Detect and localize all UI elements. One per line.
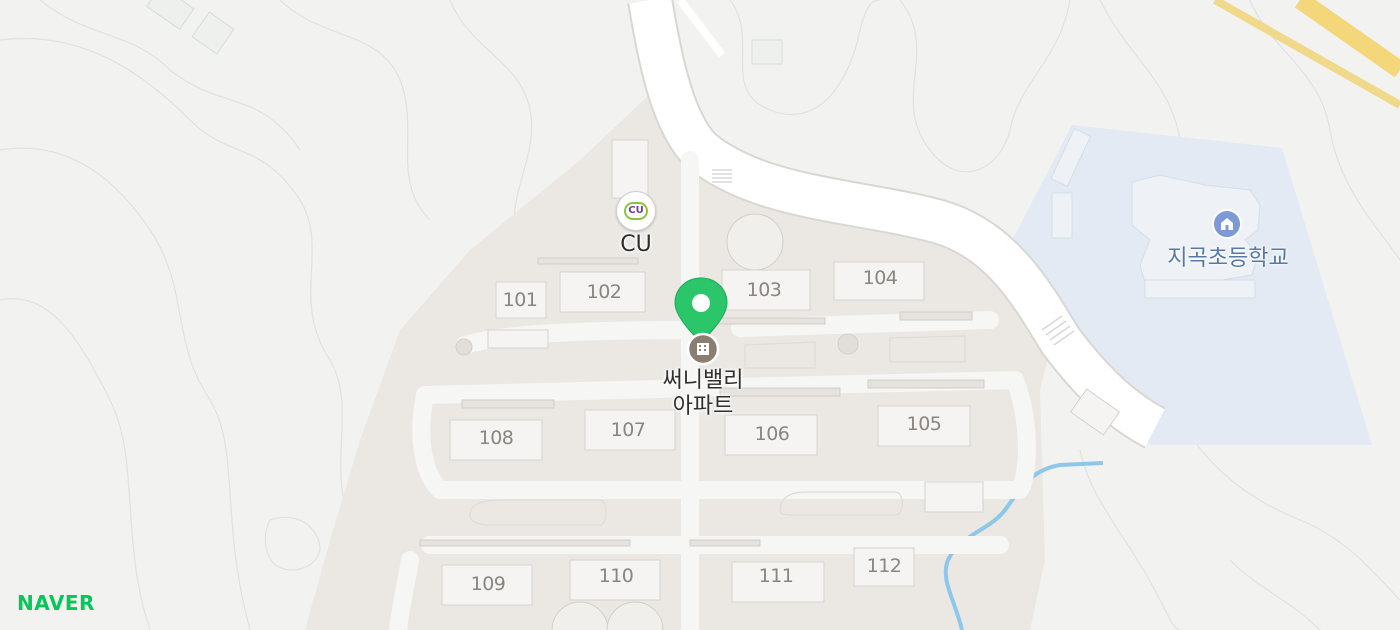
naver-logo[interactable]: NAVER xyxy=(17,591,95,615)
map-view[interactable]: 101 102 103 104 105 106 107 108 109 110 … xyxy=(0,0,1400,630)
building-label-109: 109 xyxy=(470,573,506,595)
building-label-104: 104 xyxy=(862,267,898,289)
building-label-105: 105 xyxy=(906,413,942,435)
building-label-112: 112 xyxy=(866,555,902,577)
apartment-building-icon xyxy=(688,334,720,366)
building-label-102: 102 xyxy=(586,281,622,303)
building-label-110: 110 xyxy=(598,565,634,587)
apartment-label[interactable]: 써니밸리 아파트 xyxy=(663,368,744,420)
building-label-107: 107 xyxy=(610,419,646,441)
cu-store-icon[interactable]: CU xyxy=(616,191,656,231)
building-label-108: 108 xyxy=(478,427,514,449)
building-label-111: 111 xyxy=(758,565,794,587)
cu-store-label[interactable]: CU xyxy=(620,232,651,258)
highway-lines xyxy=(1213,0,1400,109)
apartment-label-line2: 아파트 xyxy=(672,394,734,419)
school-label[interactable]: 지곡초등학교 xyxy=(1167,240,1288,272)
building-label-101: 101 xyxy=(502,289,538,311)
school-icon[interactable] xyxy=(1212,209,1242,239)
building-label-106: 106 xyxy=(754,423,790,445)
apartment-label-line1: 써니밸리 xyxy=(662,368,744,393)
building-label-103: 103 xyxy=(746,279,782,301)
